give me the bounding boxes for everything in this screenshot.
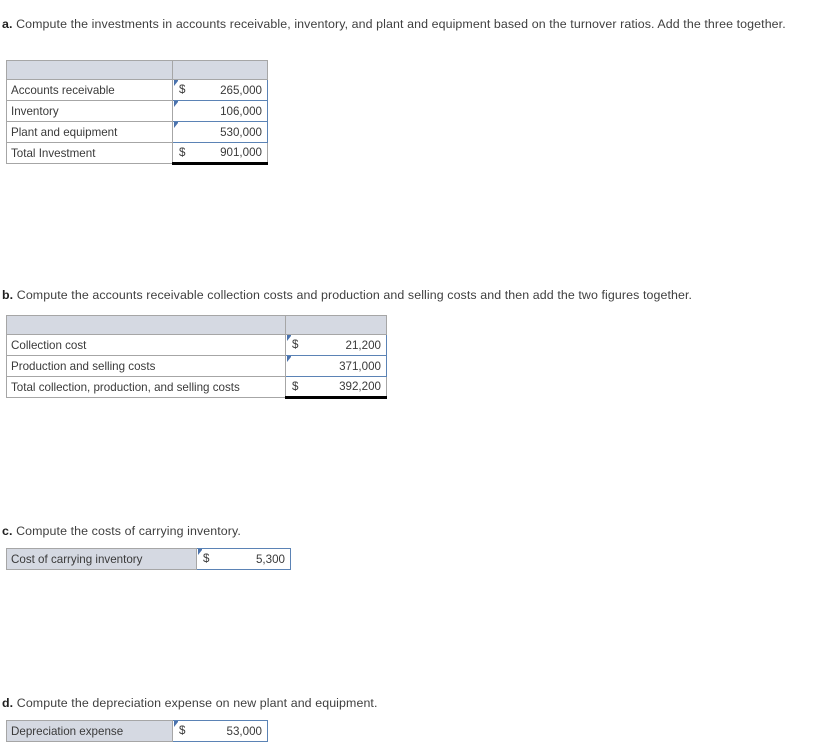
row-label-total-collection-production-selling: Total collection, production, and sellin…: [6, 376, 286, 398]
value-plant-and-equipment: 530,000: [220, 125, 262, 139]
table-row: Inventory 106,000: [6, 100, 268, 122]
question-b-text: Compute the accounts receivable collecti…: [16, 288, 693, 303]
question-d-prompt: d. Compute the depreciation expense on n…: [2, 695, 562, 712]
row-label-production-and-selling-costs: Production and selling costs: [6, 355, 286, 377]
input-collection-cost[interactable]: $21,200: [285, 334, 387, 356]
table-row: Collection cost $21,200: [6, 334, 387, 356]
value-cost-of-carrying-inventory: 5,300: [255, 552, 285, 566]
currency-symbol: $: [292, 380, 299, 393]
question-d-label: d.: [2, 696, 14, 711]
question-c-prompt: c. Compute the costs of carrying invento…: [2, 523, 502, 540]
row-label-plant-and-equipment: Plant and equipment: [6, 121, 173, 143]
depreciation-table: Depreciation expense $53,000: [6, 720, 268, 742]
value-cell-total-investment: $901,000: [172, 142, 268, 165]
question-a-text: Compute the investments in accounts rece…: [16, 17, 786, 32]
costs-table: Collection cost $21,200 Production and s…: [6, 315, 387, 399]
table-row: Cost of carrying inventory $5,300: [6, 548, 291, 570]
currency-symbol: $: [179, 724, 186, 737]
question-c-text: Compute the costs of carrying inventory.: [16, 524, 241, 539]
table-row-header: [6, 315, 387, 335]
table-row: Depreciation expense $53,000: [6, 720, 268, 742]
row-label-total-investment: Total Investment: [6, 142, 173, 164]
currency-symbol: $: [179, 146, 186, 159]
value-total-collection-production-selling: 392,200: [339, 380, 381, 393]
header-cell-description: [6, 315, 286, 335]
carrying-cost-table: Cost of carrying inventory $5,300: [6, 548, 291, 570]
question-d-text: Compute the depreciation expense on new …: [16, 696, 378, 711]
question-a-prompt: a. Compute the investments in accounts r…: [2, 16, 837, 33]
table-row: Accounts receivable $265,000: [6, 79, 268, 101]
value-accounts-receivable: 265,000: [220, 83, 262, 97]
currency-symbol: $: [203, 552, 210, 565]
question-c-label: c.: [2, 524, 13, 539]
value-collection-cost: 21,200: [345, 338, 381, 352]
input-plant-and-equipment[interactable]: 530,000: [172, 121, 268, 143]
row-label-depreciation-expense: Depreciation expense: [6, 720, 173, 742]
table-row-header: [6, 60, 268, 80]
currency-symbol: $: [292, 338, 299, 351]
header-cell-amount: [172, 60, 268, 80]
question-b-prompt: b. Compute the accounts receivable colle…: [2, 287, 837, 304]
currency-symbol: $: [179, 83, 186, 96]
table-row: Total Investment $901,000: [6, 142, 268, 165]
row-label-inventory: Inventory: [6, 100, 173, 122]
table-row: Plant and equipment 530,000: [6, 121, 268, 143]
value-inventory: 106,000: [220, 104, 262, 118]
value-cell-total-collection-production-selling: $392,200: [285, 376, 387, 399]
header-cell-amount: [285, 315, 387, 335]
question-a-label: a.: [2, 17, 13, 32]
row-label-collection-cost: Collection cost: [6, 334, 286, 356]
table-row: Production and selling costs 371,000: [6, 355, 387, 377]
value-production-and-selling-costs: 371,000: [339, 359, 381, 373]
value-total-investment: 901,000: [220, 146, 262, 159]
investments-table: Accounts receivable $265,000 Inventory 1…: [6, 60, 268, 165]
row-label-accounts-receivable: Accounts receivable: [6, 79, 173, 101]
value-depreciation-expense: 53,000: [226, 724, 262, 738]
input-accounts-receivable[interactable]: $265,000: [172, 79, 268, 101]
input-inventory[interactable]: 106,000: [172, 100, 268, 122]
input-production-and-selling-costs[interactable]: 371,000: [285, 355, 387, 377]
question-b-label: b.: [2, 288, 14, 303]
header-cell-description: [6, 60, 173, 80]
row-label-cost-of-carrying-inventory: Cost of carrying inventory: [6, 548, 197, 570]
table-row: Total collection, production, and sellin…: [6, 376, 387, 399]
input-cost-of-carrying-inventory[interactable]: $5,300: [196, 548, 291, 570]
input-depreciation-expense[interactable]: $53,000: [172, 720, 268, 742]
